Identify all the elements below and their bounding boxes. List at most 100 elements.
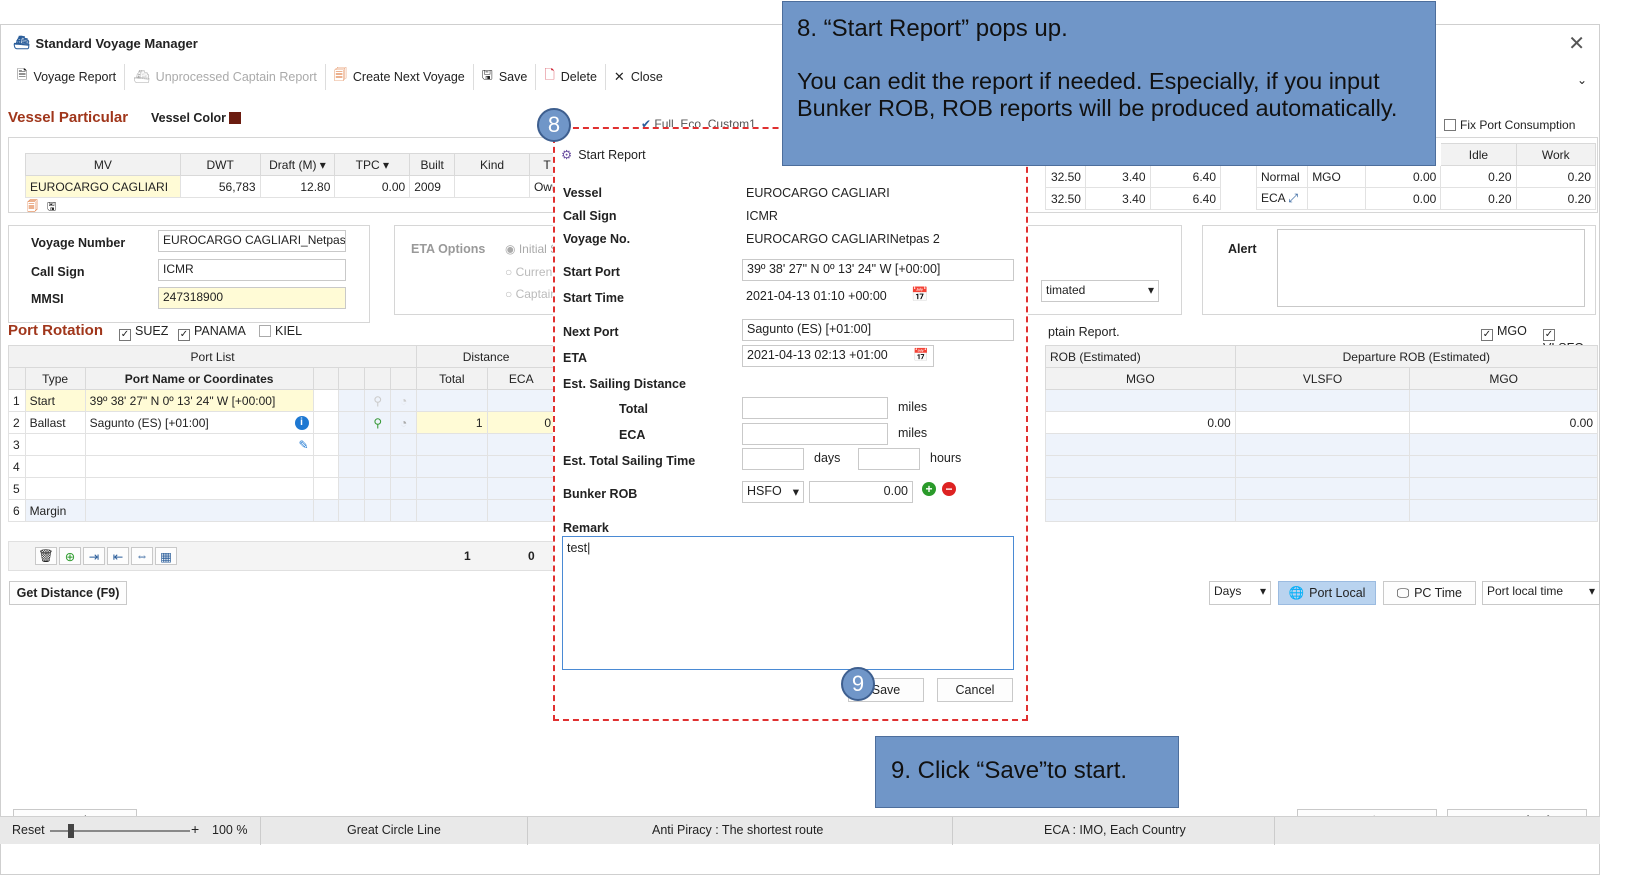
table-row[interactable]: 5 bbox=[8, 477, 557, 500]
next-port-field[interactable]: Sagunto (ES) [+01:00] bbox=[742, 319, 1014, 341]
estimate-select[interactable]: timated ▾ bbox=[1041, 280, 1159, 302]
days-field[interactable] bbox=[742, 448, 804, 470]
mgo-checkbox[interactable]: ✓ MGO bbox=[1481, 324, 1527, 341]
eca-miles-field[interactable] bbox=[742, 423, 888, 445]
table-row[interactable]: 3 ✎ bbox=[8, 433, 557, 456]
table-row[interactable]: 6 Margin bbox=[8, 499, 557, 522]
speed-table: 32.50 3.40 6.40 32.50 3.40 6.40 bbox=[1045, 165, 1222, 210]
step-8-callout: 8. “Start Report” pops up. You can edit … bbox=[782, 1, 1436, 166]
suez-checkbox[interactable]: ✓ SUEZ bbox=[119, 324, 168, 341]
unprocessed-report-button[interactable]: ⛴ Unprocessed Captain Report bbox=[125, 64, 326, 90]
calendar-icon: 📅 bbox=[913, 348, 929, 362]
monitor-icon: 🖵 bbox=[1397, 585, 1410, 600]
step-8-title: 8. “Start Report” pops up. bbox=[797, 15, 1068, 42]
voyage-no-value: EUROCARGO CAGLIARINetpas 2 bbox=[746, 232, 940, 246]
voyage-report-button[interactable]: 🗎 Voyage Report bbox=[9, 64, 126, 90]
col-kind: Kind bbox=[454, 153, 530, 176]
total-miles-field[interactable] bbox=[742, 397, 888, 419]
miles-unit: miles bbox=[898, 400, 928, 414]
voyage-number-label: Voyage Number bbox=[31, 236, 126, 250]
gear-icon: ⚙ bbox=[561, 148, 573, 162]
bunker-value-field[interactable]: 0.00 bbox=[809, 481, 913, 503]
start-port-label: Start Port bbox=[563, 265, 620, 279]
table-row bbox=[1045, 477, 1598, 500]
call-sign-label: Call Sign bbox=[563, 209, 617, 223]
save-button[interactable]: 🖫 Save bbox=[474, 64, 537, 90]
bunker-rob-label: Bunker ROB bbox=[563, 487, 638, 501]
close-button[interactable]: ✕ Close bbox=[606, 64, 671, 90]
alert-box[interactable] bbox=[1277, 229, 1585, 307]
floppy-icon[interactable]: 🖫 bbox=[47, 198, 56, 217]
insert-row-icon[interactable]: ⇥ bbox=[83, 547, 105, 565]
delete-button[interactable]: 🗋 Delete bbox=[536, 64, 606, 90]
call-sign-label: Call Sign bbox=[31, 265, 85, 279]
start-time-field[interactable]: 2021-04-13 01:10 +00:00 bbox=[746, 289, 887, 303]
reset-button[interactable]: Reset bbox=[12, 823, 45, 837]
add-circle-icon[interactable]: ⊕ bbox=[59, 547, 81, 565]
table-row[interactable]: 2 Ballast Sagunto (ES) [+01:00] i ⚲ ◔ 10 bbox=[8, 411, 557, 434]
alert-label: Alert bbox=[1228, 242, 1257, 256]
calendar-icon[interactable]: 📅 bbox=[911, 286, 928, 303]
chevron-down-icon: ▾ bbox=[1147, 283, 1154, 297]
mmsi-field[interactable]: 247318900 bbox=[158, 287, 346, 309]
bunker-fuel-select[interactable]: HSFO ▾ bbox=[742, 481, 804, 503]
split-icon[interactable]: ⇔ bbox=[131, 547, 153, 565]
next-port-label: Next Port bbox=[563, 325, 619, 339]
rob-table: ROB (Estimated) Departure ROB (Estimated… bbox=[1045, 345, 1599, 522]
ship-icon: ⛴ bbox=[133, 69, 150, 84]
remark-textarea[interactable]: test| bbox=[562, 536, 1014, 670]
anti-piracy-status: Anti Piracy : The shortest route bbox=[652, 823, 824, 837]
x-icon: ✕ bbox=[613, 69, 625, 84]
pc-time-button[interactable]: 🖵 PC Time bbox=[1383, 581, 1476, 605]
eta-field[interactable]: 2021-04-13 02:13 +01:00 📅 bbox=[742, 345, 934, 367]
table-row[interactable]: 1 Start 39º 38' 27" N 0º 13' 24" W [+00:00… bbox=[8, 389, 557, 412]
vessel-color-label: Vessel Color bbox=[151, 111, 227, 125]
move-row-icon[interactable]: ⇤ bbox=[107, 547, 129, 565]
globe-icon: 🌐 bbox=[1288, 585, 1305, 600]
grid-icon[interactable]: ▦ bbox=[155, 547, 177, 565]
est-total-sailing-time-label: Est. Total Sailing Time bbox=[563, 454, 696, 468]
fix-port-consumption-checkbox[interactable]: Fix Port Consumption bbox=[1444, 118, 1575, 132]
zoom-level: 100 % bbox=[212, 823, 248, 837]
step-8-marker: 8 bbox=[537, 108, 571, 142]
departure-rob-header: Departure ROB (Estimated) bbox=[1234, 345, 1599, 368]
create-next-voyage-button[interactable]: 🗐 Create Next Voyage bbox=[326, 64, 474, 90]
vessel-color-swatch[interactable] bbox=[229, 112, 241, 124]
voyage-number-field[interactable]: EUROCARGO CAGLIARI_Netpas 2 bbox=[158, 230, 346, 252]
get-distance-button[interactable]: Get Distance (F9) bbox=[9, 581, 127, 605]
close-icon[interactable]: ✕ bbox=[1568, 31, 1585, 56]
zoom-in-icon[interactable]: + bbox=[191, 821, 199, 837]
table-row[interactable]: EUROCARGO CAGLIARI 56,783 12.80 0.00 200… bbox=[25, 175, 566, 198]
ship-icon: ⛴ bbox=[13, 35, 30, 50]
days-select[interactable]: Days ▾ bbox=[1209, 581, 1271, 605]
distance-header: Distance bbox=[416, 345, 556, 368]
table-row: 0.00 0.00 bbox=[1045, 411, 1598, 434]
info-icon[interactable]: i bbox=[294, 415, 309, 430]
kiel-checkbox[interactable]: KIEL bbox=[259, 324, 302, 338]
start-port-field[interactable]: 39º 38' 27" N 0º 13' 24" W [+00:00] bbox=[742, 259, 1014, 281]
table-row: 32.50 3.40 6.40 bbox=[1045, 187, 1222, 210]
chevron-down-icon[interactable]: ⌄ bbox=[1577, 73, 1587, 87]
table-row[interactable]: 4 bbox=[8, 455, 557, 478]
cancel-button[interactable]: Cancel bbox=[937, 678, 1013, 702]
hours-field[interactable] bbox=[858, 448, 920, 470]
remove-circle-icon[interactable]: − bbox=[942, 482, 956, 496]
eta-radio-current[interactable]: ○ Curren bbox=[505, 265, 552, 279]
eta-radio-initial[interactable]: ◉ Initial S bbox=[505, 242, 558, 256]
add-row-icon[interactable]: 🗐 bbox=[27, 198, 38, 217]
zoom-handle[interactable] bbox=[68, 824, 74, 838]
port-local-button[interactable]: 🌐 Port Local bbox=[1278, 581, 1376, 605]
total-label: Total bbox=[619, 402, 648, 416]
sum-total: 1 bbox=[464, 549, 471, 563]
eta-label: ETA bbox=[563, 351, 588, 365]
add-circle-icon[interactable]: + bbox=[922, 482, 936, 496]
eta-radio-captain[interactable]: ○ Captain bbox=[505, 287, 557, 301]
voyage-no-label: Voyage No. bbox=[563, 232, 631, 246]
panama-checkbox[interactable]: ✓ PANAMA bbox=[178, 324, 246, 341]
call-sign-field[interactable]: ICMR bbox=[158, 259, 346, 281]
gauge-icon: ◔ bbox=[390, 411, 418, 434]
time-mode-select[interactable]: Port local time ▾ bbox=[1482, 581, 1600, 605]
trash-icon[interactable]: 🗑 bbox=[35, 547, 57, 565]
gauge-icon: ◔ bbox=[390, 389, 418, 412]
days-unit: days bbox=[814, 451, 841, 465]
